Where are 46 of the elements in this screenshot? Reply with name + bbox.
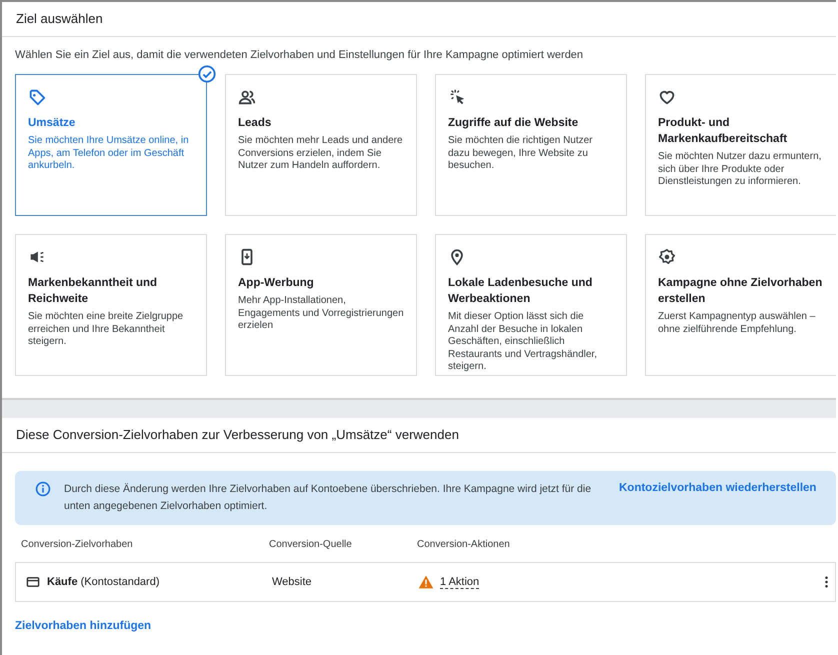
table-cell: Website (272, 576, 312, 588)
card-title: Umsätze (28, 116, 76, 131)
card-description: Sie möchten Nutzer dazu ermuntern, sich über Ihre Produkte oder Dienstleistungen zu informieren. (658, 151, 822, 188)
card-description: Sie möchten eine breite Zielgruppe erreichen und Ihre Bekanntheit steigern. (28, 311, 184, 348)
credit-card-icon (26, 575, 40, 589)
check-circle-icon (198, 65, 216, 83)
card-title: Produkt- und Markenkaufbereitschaft (658, 116, 788, 147)
card-title: Lokale Ladenbesuche und Werbeaktionen (448, 276, 594, 307)
goal-card[interactable]: Kampagne ohne Zielvorhaben erstellen Zuerst Kampagnentyp auswählen – ohne zielführende Empfehlung. (645, 234, 836, 376)
card-title: Kampagne ohne Zielvorhaben erstellen (658, 276, 824, 307)
column-header: Conversion-Quelle (269, 539, 353, 550)
card-description: Sie möchten Ihre Umsätze online, in Apps, am Telefon oder im Geschäft ankurbeln. (28, 135, 190, 172)
goal-card[interactable]: Markenbekanntheit und Reichweite Sie möchten eine breite Zielgruppe erreichen und Ihre Bekanntheit steigern. (15, 234, 207, 376)
goal-card[interactable]: Umsätze Sie möchten Ihre Umsätze online, in Apps, am Telefon oder im Geschäft ankurbeln. (15, 74, 207, 216)
card-title: Markenbekanntheit und Reichweite (28, 276, 158, 307)
card-description: Sie möchten die richtigen Nutzer dazu bewegen, Ihre Website zu besuchen. (448, 135, 594, 172)
restore-link[interactable]: Kontozielvorhaben wiederherstellen (619, 482, 816, 494)
card-title: Leads (238, 116, 272, 131)
info-icon (35, 481, 51, 497)
add-goal-link[interactable]: Zielvorhaben hinzufügen (15, 620, 152, 632)
card-description: Zuerst Kampagnentyp auswählen – ohne zielführende Empfehlung. (658, 311, 816, 336)
location-pin-icon (448, 248, 466, 266)
settings-icon (658, 248, 676, 266)
heart-icon (658, 88, 676, 106)
card-description: Mehr App-Installationen, Engagements und Vorregistrierungen erzielen (238, 295, 404, 332)
goal-card[interactable]: App-Werbung Mehr App-Installationen, Engagements und Vorregistrierungen erzielen (225, 234, 417, 376)
section-title: Diese Conversion-Zielvorhaben zur Verbesserung von „Umsätze“ verwenden (2, 418, 836, 453)
cursor-icon (448, 88, 466, 106)
goal-card[interactable]: Produkt- und Markenkaufbereitschaft Sie möchten Nutzer dazu ermuntern, sich über Ihre Produkte oder Dienstleistungen zu informieren. (645, 74, 836, 216)
more-menu-icon[interactable] (824, 575, 829, 589)
intro-text: Wählen Sie ein Ziel aus, damit die verwendeten Zielvorhaben und Einstellungen für Ihre Kampagne optimiert werden (15, 49, 584, 61)
goal-card[interactable]: Zugriffe auf die Website Sie möchten die richtigen Nutzer dazu bewegen, Ihre Website zu besuchen. (435, 74, 627, 216)
tag-icon (28, 88, 46, 106)
table-cell: Käufe (Kontostandard) (47, 576, 160, 588)
notice-text: Durch diese Änderung werden Ihre Zielvorhaben auf Kontoebene überschrieben. Ihre Kampagne wird jetzt für die unten angegebenen Zielvorhaben optimiert. (64, 482, 592, 514)
card-title: App-Werbung (238, 276, 315, 291)
card-description: Mit dieser Option lässt sich die Anzahl der Besuche in lokalen Geschäften, einschließlich Restaurants und Vertragshändler, steigern. (448, 311, 598, 374)
section-title: Ziel auswählen (2, 2, 836, 37)
column-header: Conversion-Zielvorhaben (21, 539, 134, 550)
actions-link[interactable]: 1 Aktion (440, 576, 480, 588)
card-description: Sie möchten mehr Leads und andere Conversions erzielen, indem Sie Nutzer zum Handeln auffordern. (238, 135, 404, 172)
goal-card[interactable]: Leads Sie möchten mehr Leads und andere Conversions erzielen, indem Sie Nutzer zum Handeln auffordern. (225, 74, 417, 216)
goal-card[interactable]: Lokale Ladenbesuche und Werbeaktionen Mit dieser Option lässt sich die Anzahl der Besuche in lokalen Geschäften, einschließlich Restaurants und Vertragshändler, steigern. (435, 234, 627, 376)
column-header: Conversion-Aktionen (417, 539, 510, 550)
card-title: Zugriffe auf die Website (448, 116, 580, 131)
people-icon (238, 88, 256, 106)
